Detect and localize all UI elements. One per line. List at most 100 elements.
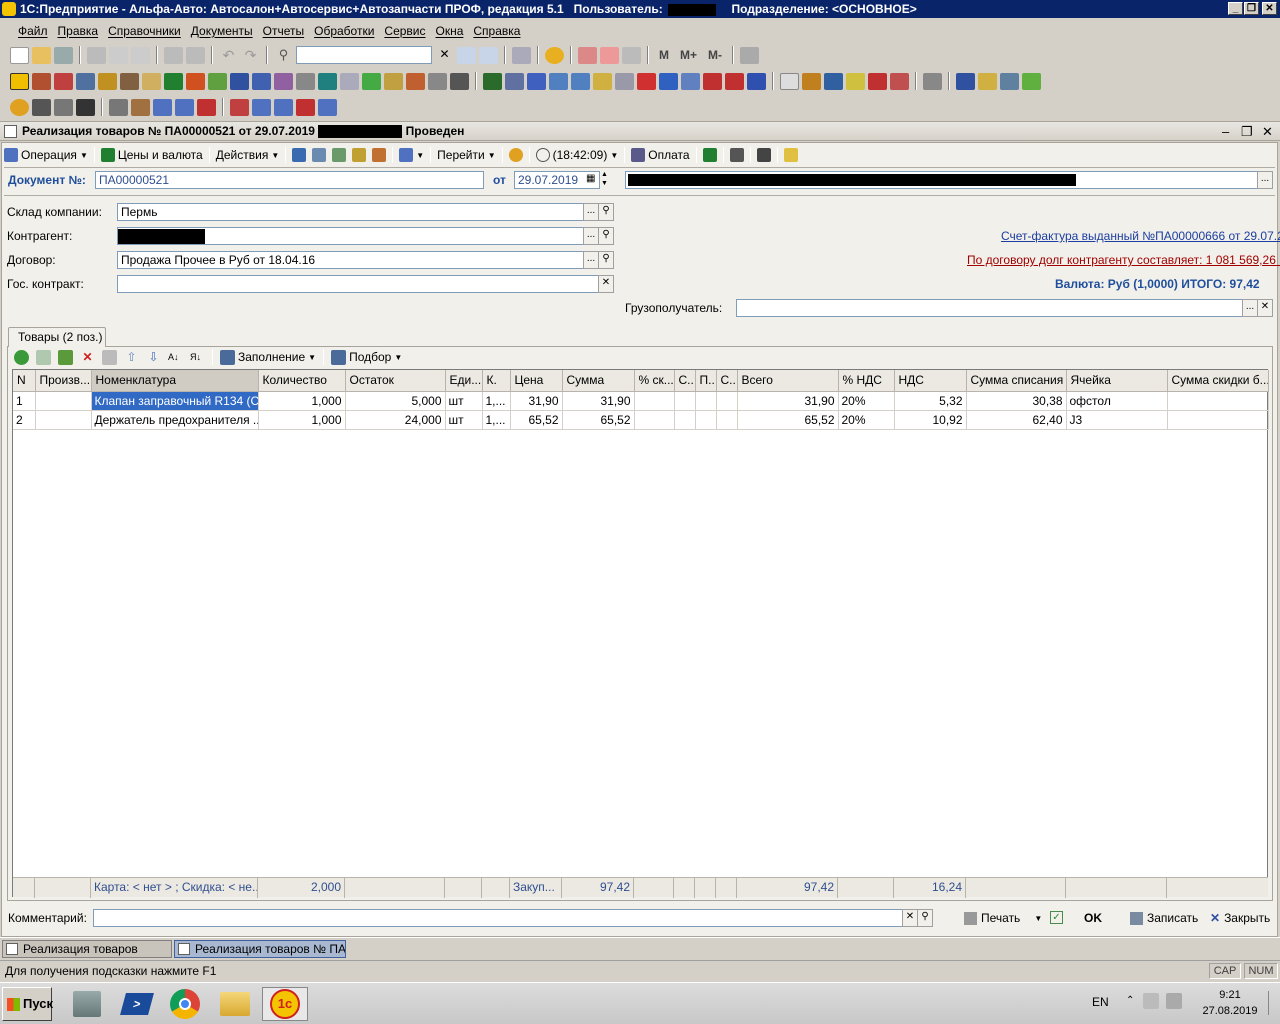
consignee-field[interactable] bbox=[736, 299, 1243, 317]
consignee-clear-icon[interactable]: ✕ bbox=[1257, 299, 1273, 317]
cell-coef[interactable]: 1,... bbox=[482, 391, 511, 411]
cell-discount-pct[interactable] bbox=[634, 391, 675, 411]
delete-row-icon[interactable]: ✕ bbox=[80, 350, 95, 365]
cell-manufacturer[interactable] bbox=[35, 391, 92, 411]
cell-writeoff-sum[interactable]: 62,40 bbox=[966, 410, 1067, 430]
col-total[interactable]: Всего bbox=[737, 370, 839, 392]
operation-menu[interactable]: Операция ▼ bbox=[4, 148, 88, 162]
payment-button[interactable]: Оплата bbox=[631, 148, 690, 162]
cell-c1[interactable] bbox=[674, 391, 696, 411]
cell-quantity[interactable]: 1,000 bbox=[258, 410, 346, 430]
page-icon[interactable] bbox=[780, 72, 799, 90]
print-button[interactable]: Печать ▼ bbox=[964, 911, 1042, 925]
move-up-icon[interactable]: ⇧ bbox=[124, 350, 139, 365]
consignee-select-button[interactable]: ... bbox=[1242, 299, 1258, 317]
structure-button[interactable] bbox=[729, 148, 744, 162]
organization-field[interactable] bbox=[625, 171, 1258, 189]
doc-minimize-button[interactable]: – bbox=[1222, 123, 1229, 141]
order-nakl-plus-icon[interactable] bbox=[318, 98, 337, 116]
col-coef[interactable]: К. bbox=[482, 370, 511, 392]
ledger-icon[interactable] bbox=[593, 72, 612, 90]
col-writeoff-sum[interactable]: Сумма списания bbox=[966, 370, 1067, 392]
col-vat[interactable]: НДС bbox=[894, 370, 967, 392]
warehouse-field[interactable]: Пермь bbox=[117, 203, 584, 221]
list-button[interactable] bbox=[756, 148, 771, 162]
wrench-icon[interactable] bbox=[109, 98, 128, 116]
cell-p[interactable] bbox=[695, 391, 717, 411]
doc-icon[interactable] bbox=[384, 72, 403, 90]
settlement-button[interactable] bbox=[702, 148, 717, 162]
1c-icon[interactable] bbox=[10, 72, 29, 90]
pin-icon[interactable] bbox=[923, 72, 942, 90]
1c-taskbar-icon[interactable]: 1c bbox=[262, 987, 308, 1021]
import-button[interactable] bbox=[352, 148, 367, 162]
books-icon[interactable] bbox=[208, 72, 227, 90]
save-icon[interactable] bbox=[54, 46, 73, 64]
col-c2[interactable]: С.. bbox=[716, 370, 738, 392]
search-clear-icon[interactable]: ✕ bbox=[435, 47, 454, 64]
menu-windows[interactable]: Окна bbox=[432, 24, 468, 38]
info-icon[interactable] bbox=[545, 46, 564, 64]
powershell-icon[interactable]: > bbox=[114, 987, 160, 1021]
start-button[interactable]: Пуск bbox=[2, 987, 53, 1021]
cell-vat[interactable]: 5,32 bbox=[894, 391, 967, 411]
plus-icon[interactable] bbox=[362, 72, 381, 90]
debt-link[interactable]: По договору долг контрагенту составляет:… bbox=[967, 253, 1280, 267]
contract-open-icon[interactable]: ⚲ bbox=[598, 251, 614, 269]
invoice-link[interactable]: Счет-фактура выданный №ПА00000666 от 29.… bbox=[1001, 229, 1280, 243]
edit-row-icon[interactable] bbox=[58, 349, 73, 365]
car-icon[interactable] bbox=[76, 72, 95, 90]
move-down-icon[interactable]: ⇩ bbox=[146, 350, 161, 365]
counterparty-select-button[interactable]: ... bbox=[583, 227, 599, 245]
pick-menu[interactable]: Подбор ▼ bbox=[331, 349, 402, 365]
tray-expand-icon[interactable]: ⌃ bbox=[1126, 995, 1134, 1006]
dollar-icon[interactable] bbox=[164, 72, 183, 90]
minimize-button[interactable]: _ bbox=[1228, 2, 1243, 15]
house-icon[interactable] bbox=[54, 72, 73, 90]
counterparty-field[interactable] bbox=[117, 227, 584, 245]
sort-desc-icon[interactable]: Я↓ bbox=[190, 350, 205, 365]
show-desktop-button[interactable] bbox=[1268, 991, 1278, 1015]
memory-minus-button[interactable]: M- bbox=[708, 48, 722, 62]
language-indicator[interactable]: EN bbox=[1092, 995, 1109, 1009]
time-button[interactable]: (18:42:09) ▼ bbox=[535, 148, 618, 162]
people-icon[interactable] bbox=[230, 72, 249, 90]
explorer-icon[interactable] bbox=[212, 987, 258, 1021]
col-sum[interactable]: Сумма bbox=[562, 370, 635, 392]
cell-manufacturer[interactable] bbox=[35, 410, 92, 430]
bell-icon[interactable] bbox=[10, 98, 29, 116]
cell-total[interactable]: 65,52 bbox=[737, 410, 839, 430]
add-row-icon[interactable] bbox=[14, 349, 29, 365]
cell-balance[interactable]: 5,000 bbox=[345, 391, 446, 411]
gov-contract-field[interactable] bbox=[117, 275, 599, 293]
move-icon[interactable] bbox=[802, 72, 821, 90]
col-discount-pct[interactable]: % ск... bbox=[634, 370, 675, 392]
nakl-minus-icon[interactable] bbox=[197, 98, 216, 116]
table-row[interactable]: 1 Клапан заправочный R134 (С... 1,000 5,… bbox=[13, 390, 1269, 411]
print-icon[interactable] bbox=[164, 46, 183, 64]
prices-currency-button[interactable]: Цены и валюта bbox=[100, 148, 203, 162]
copy-row-icon[interactable] bbox=[36, 349, 51, 365]
comment-field[interactable] bbox=[93, 909, 906, 927]
cell-vat-pct[interactable]: 20% bbox=[838, 391, 895, 411]
table-row[interactable]: 2 Держатель предохранителя ... 1,000 24,… bbox=[13, 410, 1269, 430]
tools-row-icon[interactable] bbox=[120, 72, 139, 90]
menu-processing[interactable]: Обработки bbox=[310, 24, 378, 38]
goto-menu[interactable]: Перейти ▼ bbox=[437, 148, 495, 162]
arrows-icon[interactable] bbox=[428, 72, 447, 90]
cell-nomenclature[interactable]: Держатель предохранителя ... bbox=[91, 410, 259, 430]
menu-service[interactable]: Сервис bbox=[380, 24, 429, 38]
person-icon[interactable] bbox=[142, 72, 161, 90]
cell-c1[interactable] bbox=[674, 410, 696, 430]
cell-writeoff-sum[interactable]: 30,38 bbox=[966, 391, 1067, 411]
cell-vat[interactable]: 10,92 bbox=[894, 410, 967, 430]
sort-asc-icon[interactable]: A↓ bbox=[168, 350, 183, 365]
folder-icon[interactable] bbox=[846, 72, 865, 90]
tools-icon[interactable] bbox=[740, 46, 760, 64]
cell-c2[interactable] bbox=[716, 410, 738, 430]
check-icon[interactable]: ✓ bbox=[1050, 911, 1063, 924]
add-doc-icon[interactable] bbox=[868, 72, 887, 90]
search-icon[interactable]: ⚲ bbox=[274, 47, 293, 64]
calendar-icon[interactable]: ▦ bbox=[586, 173, 595, 184]
order-nakl-icon[interactable] bbox=[274, 98, 293, 116]
